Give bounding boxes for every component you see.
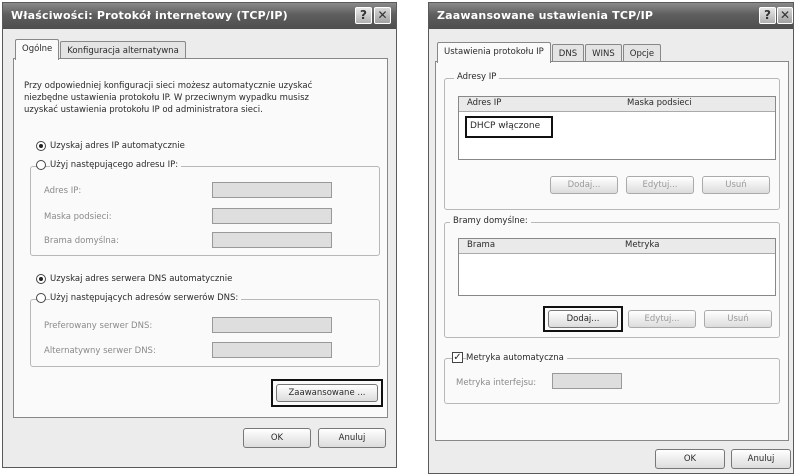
auto-metric-checkbox[interactable]: ✓	[452, 352, 463, 363]
default-gateway-label: Brama domyślna:	[44, 236, 119, 246]
gateway-edit-button[interactable]: Edytuj...	[628, 310, 696, 328]
ip-add-button[interactable]: Dodaj...	[550, 176, 618, 194]
help-button[interactable]: ?	[355, 7, 372, 24]
radio-manual-ip-label: Użyj następującego adresu IP:	[50, 160, 182, 170]
ok-button[interactable]: OK	[243, 428, 311, 448]
default-gateway-field[interactable]	[212, 232, 332, 248]
preferred-dns-label: Preferowany serwer DNS:	[44, 321, 153, 331]
preferred-dns-field[interactable]	[212, 317, 332, 333]
radio-manual-ip[interactable]	[36, 160, 46, 170]
ip-properties-title: Właściwości: Protokół internetowy (TCP/I…	[11, 9, 288, 22]
ip-remove-button[interactable]: Usuń	[702, 176, 770, 194]
subnet-mask-field[interactable]	[212, 208, 332, 224]
ip-address-label: Adres IP:	[44, 186, 82, 196]
intro-text-line-3: uzyskać ustawienia protokołu IP od admin…	[24, 105, 263, 115]
gateway-add-button[interactable]: Dodaj...	[548, 310, 618, 328]
ip-properties-titlebar: Właściwości: Protokół internetowy (TCP/I…	[3, 3, 396, 29]
advanced-tcpip-title: Zaawansowane ustawienia TCP/IP	[437, 9, 654, 22]
alternate-dns-field[interactable]	[212, 342, 332, 358]
default-gateways-group-label: Bramy domyślne:	[450, 216, 531, 226]
ip-address-field[interactable]	[212, 182, 332, 198]
column-metric[interactable]: Metryka	[625, 240, 659, 250]
gateway-list[interactable]: Brama Metryka	[458, 238, 776, 296]
ip-settings-panel: Adresy IP Adres IP Maska podsieci DHCP w…	[435, 61, 789, 441]
column-gateway[interactable]: Brama	[467, 240, 495, 250]
radio-auto-dns[interactable]	[36, 274, 46, 284]
subnet-mask-label: Maska podsieci:	[44, 212, 112, 222]
advanced-tcpip-titlebar: Zaawansowane ustawienia TCP/IP	[429, 3, 793, 29]
ip-address-list-header: Adres IP Maska podsieci	[459, 97, 775, 112]
tab-ip-settings[interactable]: Ustawienia protokołu IP	[437, 42, 551, 63]
general-tab-panel: Przy odpowiedniej konfiguracji sieci moż…	[13, 58, 388, 418]
ip-properties-dialog: Właściwości: Protokół internetowy (TCP/I…	[2, 2, 397, 468]
cancel-button[interactable]: Anuluj	[731, 449, 791, 469]
help-button[interactable]: ?	[759, 7, 776, 24]
close-button[interactable]: ✕	[374, 7, 391, 24]
cancel-button[interactable]: Anuluj	[318, 428, 386, 448]
dhcp-enabled-item[interactable]: DHCP włączone	[470, 121, 540, 131]
radio-auto-ip-label: Uzyskaj adres IP automatycznie	[50, 141, 185, 151]
advanced-tcpip-dialog: Zaawansowane ustawienia TCP/IP ? ✕ Ustaw…	[428, 2, 794, 474]
radio-auto-ip[interactable]	[36, 141, 46, 151]
tab-general[interactable]: Ogólne	[15, 39, 60, 60]
gateway-list-header: Brama Metryka	[459, 239, 775, 254]
intro-text-line-2: niezbędne ustawienia protokołu IP. W prz…	[24, 93, 309, 103]
close-button[interactable]: ✕	[777, 7, 793, 24]
ip-edit-button[interactable]: Edytuj...	[626, 176, 694, 194]
auto-metric-label: Metryka automatyczna	[466, 353, 567, 363]
alternate-dns-label: Alternatywny serwer DNS:	[44, 346, 156, 356]
column-ip-address[interactable]: Adres IP	[467, 98, 501, 108]
ok-button[interactable]: OK	[655, 449, 725, 469]
interface-metric-label: Metryka interfejsu:	[456, 378, 537, 388]
radio-manual-dns[interactable]	[36, 293, 46, 303]
intro-text-line-1: Przy odpowiedniej konfiguracji sieci moż…	[24, 81, 313, 91]
ip-addresses-group-label: Adresy IP	[454, 72, 500, 82]
advanced-button[interactable]: Zaawansowane ...	[276, 384, 378, 402]
gateway-remove-button[interactable]: Usuń	[704, 310, 772, 328]
radio-auto-dns-label: Uzyskaj adres serwera DNS automatycznie	[50, 274, 233, 284]
interface-metric-field[interactable]	[552, 373, 622, 389]
radio-manual-dns-label: Użyj następujących adresów serwerów DNS:	[50, 293, 242, 303]
column-subnet-mask[interactable]: Maska podsieci	[627, 98, 692, 108]
